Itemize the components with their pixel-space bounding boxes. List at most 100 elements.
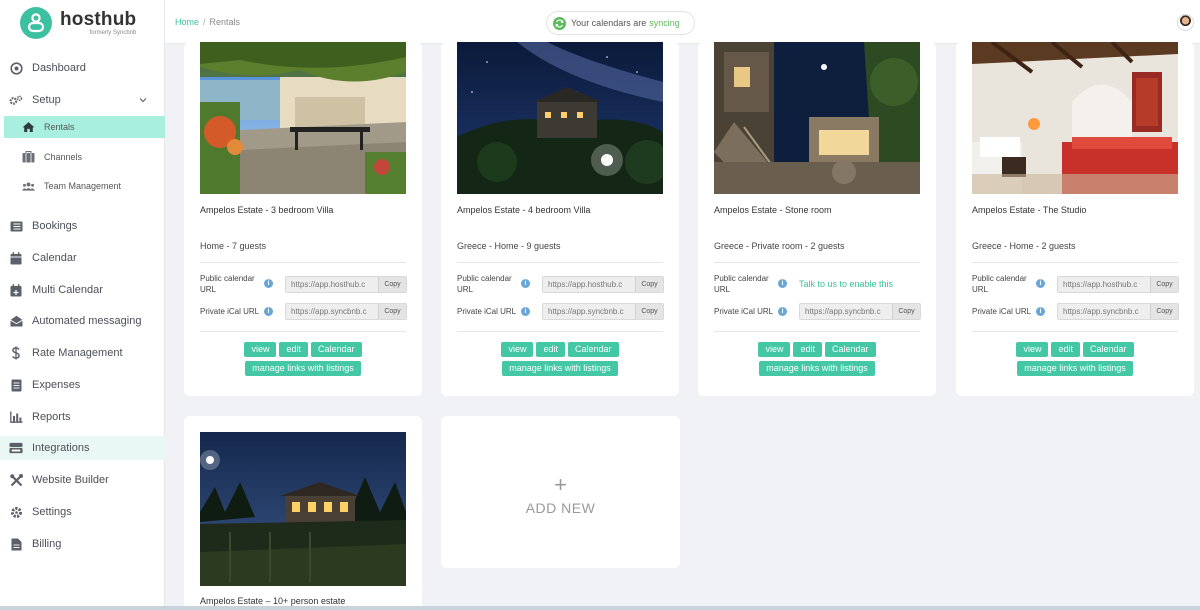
plus-icon: + (554, 472, 567, 497)
private-url-label: Private iCal URL (457, 307, 517, 316)
info-icon[interactable]: i (778, 279, 787, 288)
sidebar-item-label: Calendar (32, 252, 77, 264)
view-button[interactable]: view (758, 342, 791, 357)
sidebar-item-team-management[interactable]: Team Management (0, 175, 165, 197)
rental-subtitle: Greece - Private room - 2 guests (714, 241, 845, 251)
calendar-button[interactable]: Calendar (825, 342, 876, 357)
sidebar-item-bookings[interactable]: Bookings (0, 214, 165, 238)
calendar-button[interactable]: Calendar (568, 342, 619, 357)
sidebar-item-calendar[interactable]: Calendar (0, 246, 165, 270)
manage-links-button[interactable]: manage links with listings (1017, 361, 1133, 376)
public-url-input[interactable]: https://app.hosthub.c (1058, 277, 1150, 292)
breadcrumb: Home / Rentals (175, 17, 241, 27)
private-url-input[interactable]: https://app.syncbnb.c (543, 304, 635, 319)
sidebar-item-label: Channels (44, 152, 83, 162)
rental-title: Ampelos Estate - The Studio (972, 205, 1087, 215)
public-url-field: https://app.hosthub.c Copy (542, 276, 664, 293)
public-url-field: https://app.hosthub.c Copy (285, 276, 407, 293)
private-url-field: https://app.syncbnb.c Copy (285, 303, 407, 320)
calendar-button[interactable]: Calendar (1083, 342, 1134, 357)
calendar-icon (9, 251, 23, 265)
info-icon[interactable]: i (1036, 279, 1045, 288)
channels-icon (22, 151, 35, 164)
sidebar-item-billing[interactable]: Billing (0, 532, 165, 556)
sidebar-item-multi-calendar[interactable]: Multi Calendar (0, 278, 165, 302)
view-button[interactable]: view (1016, 342, 1049, 357)
sidebar-item-label: Rate Management (32, 347, 123, 359)
edit-button[interactable]: edit (279, 342, 308, 357)
rental-card: Ampelos Estate - 3 bedroom Villa Home - … (184, 42, 422, 396)
rental-title: Ampelos Estate - 4 bedroom Villa (457, 205, 591, 215)
logo[interactable]: hosthub formerly Syncbnb (0, 0, 164, 46)
sync-status: Your calendars are syncing (546, 11, 695, 35)
sidebar-item-setup[interactable]: Setup (0, 88, 165, 112)
sidebar-item-dashboard[interactable]: Dashboard (0, 56, 165, 80)
info-icon[interactable]: i (778, 307, 787, 316)
integrations-icon (9, 441, 23, 455)
info-icon[interactable]: i (264, 307, 273, 316)
sidebar-item-reports[interactable]: Reports (0, 405, 165, 429)
sidebar-item-automated-messaging[interactable]: Automated messaging (0, 309, 165, 333)
rental-photo[interactable] (714, 42, 920, 194)
rental-card: Ampelos Estate – 10+ person estate (184, 416, 422, 610)
info-icon[interactable]: i (264, 279, 273, 288)
envelope-icon (9, 314, 23, 328)
sidebar-item-label: Automated messaging (32, 315, 142, 327)
private-url-input[interactable]: https://app.syncbnb.c (286, 304, 378, 319)
info-icon[interactable]: i (1036, 307, 1045, 316)
private-url-label: Private iCal URL (714, 307, 774, 316)
billing-icon (9, 537, 23, 551)
rental-photo[interactable] (457, 42, 663, 194)
info-icon[interactable]: i (521, 307, 530, 316)
rental-title: Ampelos Estate – 10+ person estate (200, 596, 346, 606)
add-new-rental-button[interactable]: + ADD NEW (441, 416, 680, 568)
rental-subtitle: Greece - Home - 2 guests (972, 241, 1076, 251)
view-button[interactable]: view (501, 342, 534, 357)
private-url-input[interactable]: https://app.syncbnb.c (800, 304, 892, 319)
gear-icon (9, 505, 23, 519)
rental-photo[interactable] (200, 432, 406, 586)
info-icon[interactable]: i (521, 279, 530, 288)
copy-button[interactable]: Copy (635, 304, 663, 319)
sidebar-item-channels[interactable]: Channels (0, 146, 165, 168)
horizontal-scrollbar[interactable] (0, 606, 1200, 610)
public-url-input[interactable]: https://app.hosthub.c (286, 277, 378, 292)
sidebar-item-label: Integrations (32, 442, 90, 454)
edit-button[interactable]: edit (793, 342, 822, 357)
sidebar-item-settings[interactable]: Settings (0, 500, 165, 524)
list-icon (9, 219, 23, 233)
rental-subtitle: Greece - Home - 9 guests (457, 241, 561, 251)
copy-button[interactable]: Copy (635, 277, 663, 292)
sidebar-item-label: Expenses (32, 379, 81, 391)
private-url-input[interactable]: https://app.syncbnb.c (1058, 304, 1150, 319)
rental-photo[interactable] (200, 42, 406, 194)
calendar-button[interactable]: Calendar (311, 342, 362, 357)
private-url-field: https://app.syncbnb.c Copy (542, 303, 664, 320)
manage-links-button[interactable]: manage links with listings (502, 361, 618, 376)
copy-button[interactable]: Copy (1150, 304, 1178, 319)
copy-button[interactable]: Copy (378, 277, 406, 292)
home-icon (22, 121, 35, 134)
sidebar-item-website-builder[interactable]: Website Builder (0, 468, 165, 492)
view-button[interactable]: view (244, 342, 277, 357)
edit-button[interactable]: edit (536, 342, 565, 357)
sidebar-item-rate-management[interactable]: Rate Management (0, 341, 165, 365)
rental-card: Ampelos Estate - 4 bedroom Villa Greece … (441, 42, 679, 396)
public-url-field: https://app.hosthub.c Copy (1057, 276, 1179, 293)
copy-button[interactable]: Copy (378, 304, 406, 319)
copy-button[interactable]: Copy (892, 304, 920, 319)
manage-links-button[interactable]: manage links with listings (245, 361, 361, 376)
manage-links-button[interactable]: manage links with listings (759, 361, 875, 376)
sidebar-item-integrations[interactable]: Integrations (0, 436, 165, 460)
rental-photo[interactable] (972, 42, 1178, 194)
breadcrumb-home[interactable]: Home (175, 17, 199, 27)
sidebar-item-expenses[interactable]: Expenses (0, 373, 165, 397)
public-url-label: Public calendar URL (714, 274, 769, 294)
add-new-label: ADD NEW (525, 500, 596, 516)
talk-to-us-link[interactable]: Talk to us to enable this (799, 279, 893, 289)
sidebar-item-rentals[interactable]: Rentals (4, 116, 165, 138)
public-url-input[interactable]: https://app.hosthub.c (543, 277, 635, 292)
copy-button[interactable]: Copy (1150, 277, 1178, 292)
avatar[interactable] (1177, 14, 1194, 31)
edit-button[interactable]: edit (1051, 342, 1080, 357)
